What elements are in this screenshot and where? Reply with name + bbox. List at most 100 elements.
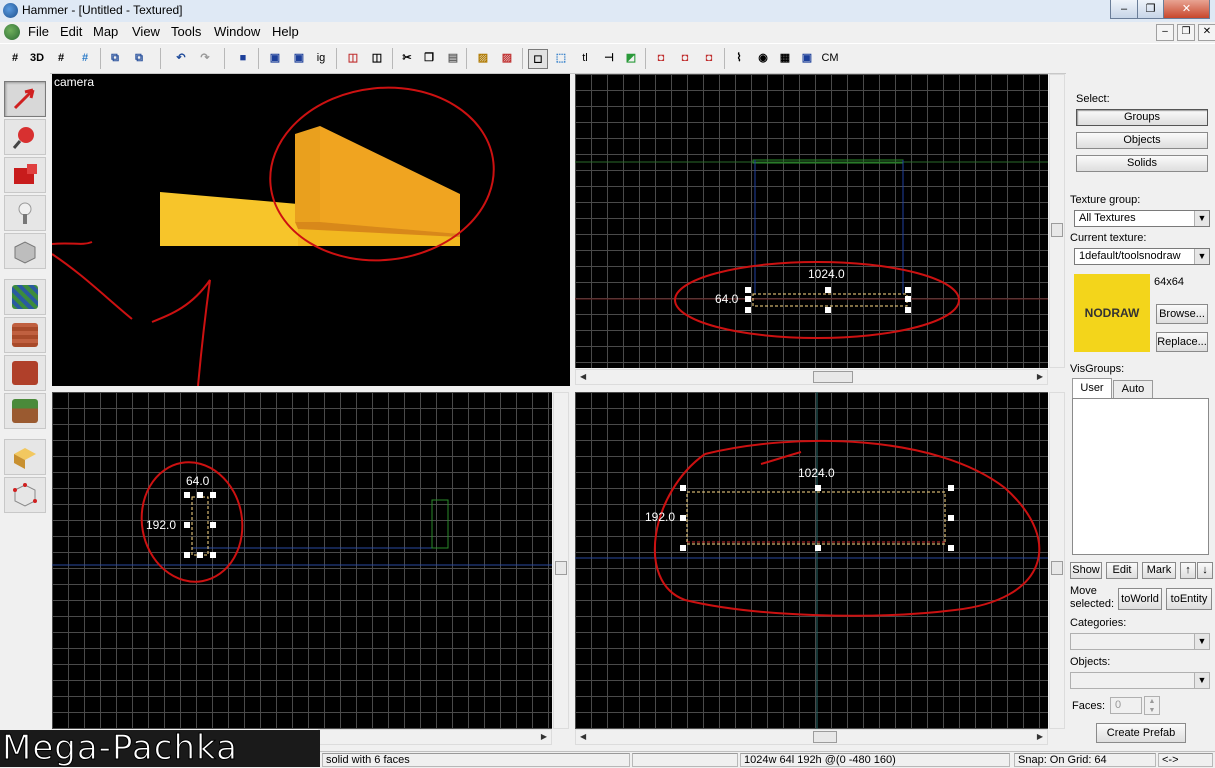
paste-icon[interactable]: ▤	[444, 49, 462, 67]
side-2d-viewport[interactable]: 64.0 192.0	[52, 392, 552, 729]
move-up-button[interactable]: ↑	[1180, 562, 1196, 579]
current-texture-dropdown[interactable]: 1default/toolsnodraw ▼	[1074, 248, 1210, 265]
texture-group-label: Texture group:	[1070, 194, 1141, 206]
top-view-drawing	[575, 159, 1048, 339]
selection-tool[interactable]	[4, 81, 46, 117]
texture-lock-icon[interactable]: ▨	[474, 49, 492, 67]
wireframe-icon[interactable]: ⌇	[730, 49, 748, 67]
select-tool-icon[interactable]: ◻	[528, 49, 548, 69]
menu-file[interactable]: File	[28, 24, 49, 39]
move-down-button[interactable]: ↓	[1197, 562, 1213, 579]
clip-icon[interactable]: ◫	[368, 49, 386, 67]
show-visgroup-button[interactable]: Show	[1070, 562, 1102, 579]
3d-grid-icon[interactable]: 3D	[28, 49, 46, 67]
texture-scale-lock-icon[interactable]: ▨	[498, 49, 516, 67]
compile-icon[interactable]: ◘	[676, 49, 694, 67]
create-prefab-button[interactable]: Create Prefab	[1096, 723, 1186, 743]
undo-icon[interactable]: ↶	[172, 49, 190, 67]
camera-viewport[interactable]: camera	[52, 74, 570, 386]
menu-view[interactable]: View	[132, 24, 160, 39]
cut-icon[interactable]: ✂	[398, 49, 416, 67]
categories-label: Categories:	[1070, 617, 1127, 629]
menu-tools[interactable]: Tools	[171, 24, 201, 39]
mdi-minimize-button[interactable]: –	[1156, 24, 1174, 41]
visgroups-list[interactable]	[1072, 398, 1209, 555]
entity-tool[interactable]	[4, 195, 46, 231]
faces-spinner[interactable]: ▲ ▼	[1144, 696, 1160, 715]
decal-tool[interactable]	[4, 355, 46, 391]
show-objects-icon[interactable]: ▣	[290, 49, 308, 67]
redo-icon[interactable]: ↷	[196, 49, 214, 67]
objects-dropdown[interactable]: ▼	[1070, 672, 1210, 689]
check-map-icon[interactable]: ◘	[700, 49, 718, 67]
side-view-vscroll[interactable]	[553, 392, 569, 729]
sphere-icon[interactable]: ◉	[754, 49, 772, 67]
to-world-button[interactable]: toWorld	[1118, 588, 1162, 610]
mdi-close-button[interactable]: ✕	[1198, 24, 1215, 41]
transform-icon[interactable]: tl	[576, 49, 594, 67]
cordon-icon[interactable]: CM	[820, 49, 840, 67]
document-icon[interactable]	[4, 24, 20, 40]
categories-dropdown[interactable]: ▼	[1070, 633, 1210, 650]
apply-texture-tool[interactable]	[4, 317, 46, 353]
title-bar: Hammer - [Untitled - Textured] – ❐ ✕	[0, 0, 1215, 23]
select-solids-button[interactable]: Solids	[1076, 155, 1208, 172]
top-view-vscroll[interactable]	[1049, 74, 1065, 368]
objects-label: Objects:	[1070, 656, 1111, 668]
texture-group-dropdown[interactable]: All Textures ▼	[1074, 210, 1210, 227]
grid-toggle-icon[interactable]: #	[6, 49, 24, 67]
watermark-logo: Mega-Pachka	[0, 729, 320, 767]
block-tool[interactable]	[4, 233, 46, 269]
replace-button[interactable]: Replace...	[1156, 332, 1208, 352]
front-view-vscroll[interactable]	[1049, 392, 1065, 729]
flip-icon[interactable]: ⊣	[600, 49, 618, 67]
menu-edit[interactable]: Edit	[60, 24, 82, 39]
tab-user[interactable]: User	[1072, 378, 1112, 398]
front-view-hscroll[interactable]: ◀ ▶	[575, 729, 1048, 745]
smaller-grid-icon[interactable]: #	[52, 49, 70, 67]
run-map-icon[interactable]: ◘	[652, 49, 670, 67]
selection-box-icon[interactable]: ⬚	[552, 49, 570, 67]
entity-report-icon[interactable]: ▣	[798, 49, 816, 67]
vertex-icon	[13, 483, 37, 507]
minimize-button[interactable]: –	[1110, 0, 1138, 19]
empty-status	[632, 753, 738, 767]
camera-tool[interactable]	[4, 157, 46, 193]
magnify-tool[interactable]	[4, 119, 46, 155]
overlay-tool[interactable]	[4, 393, 46, 429]
close-button[interactable]: ✕	[1163, 0, 1210, 19]
carve-icon[interactable]: ■	[234, 49, 252, 67]
vertex-tool[interactable]	[4, 477, 46, 513]
top-2d-viewport[interactable]: 1024.0 64.0	[575, 74, 1048, 368]
restore-button[interactable]: ❐	[1137, 0, 1164, 19]
texture-browser-icon[interactable]: ▦	[776, 49, 794, 67]
mdi-restore-button[interactable]: ❐	[1177, 24, 1195, 41]
select-objects-button[interactable]: Objects	[1076, 132, 1208, 149]
mark-visgroup-button[interactable]: Mark	[1142, 562, 1176, 579]
browse-button[interactable]: Browse...	[1156, 304, 1208, 324]
menu-map[interactable]: Map	[93, 24, 118, 39]
ignore-groups-icon[interactable]: ig	[312, 49, 330, 67]
ungroup-icon[interactable]: ⧉	[130, 49, 148, 67]
block-icon	[14, 241, 36, 264]
tab-auto[interactable]: Auto	[1113, 380, 1153, 398]
front-2d-viewport[interactable]: 1024.0 192.0	[575, 392, 1048, 729]
group-icon[interactable]: ⧉	[106, 49, 124, 67]
edit-visgroup-button[interactable]: Edit	[1106, 562, 1138, 579]
larger-grid-icon[interactable]: #	[76, 49, 94, 67]
align-icon[interactable]: ◩	[622, 49, 640, 67]
chevron-down-icon: ▼	[1194, 249, 1209, 264]
side-view-hscroll[interactable]: ▶	[318, 729, 552, 745]
copy-icon[interactable]: ❐	[420, 49, 438, 67]
menu-window[interactable]: Window	[214, 24, 260, 39]
front-view-drawing	[575, 392, 1048, 729]
hollow-icon[interactable]: ◫	[344, 49, 362, 67]
faces-input[interactable]: 0	[1110, 697, 1142, 714]
menu-help[interactable]: Help	[272, 24, 299, 39]
to-entity-button[interactable]: toEntity	[1166, 588, 1212, 610]
hide-objects-icon[interactable]: ▣	[266, 49, 284, 67]
clipping-tool[interactable]	[4, 439, 46, 475]
top-view-hscroll[interactable]: ◀ ▶	[575, 369, 1048, 385]
texture-application-tool[interactable]	[4, 279, 46, 315]
select-groups-button[interactable]: Groups	[1076, 109, 1208, 126]
